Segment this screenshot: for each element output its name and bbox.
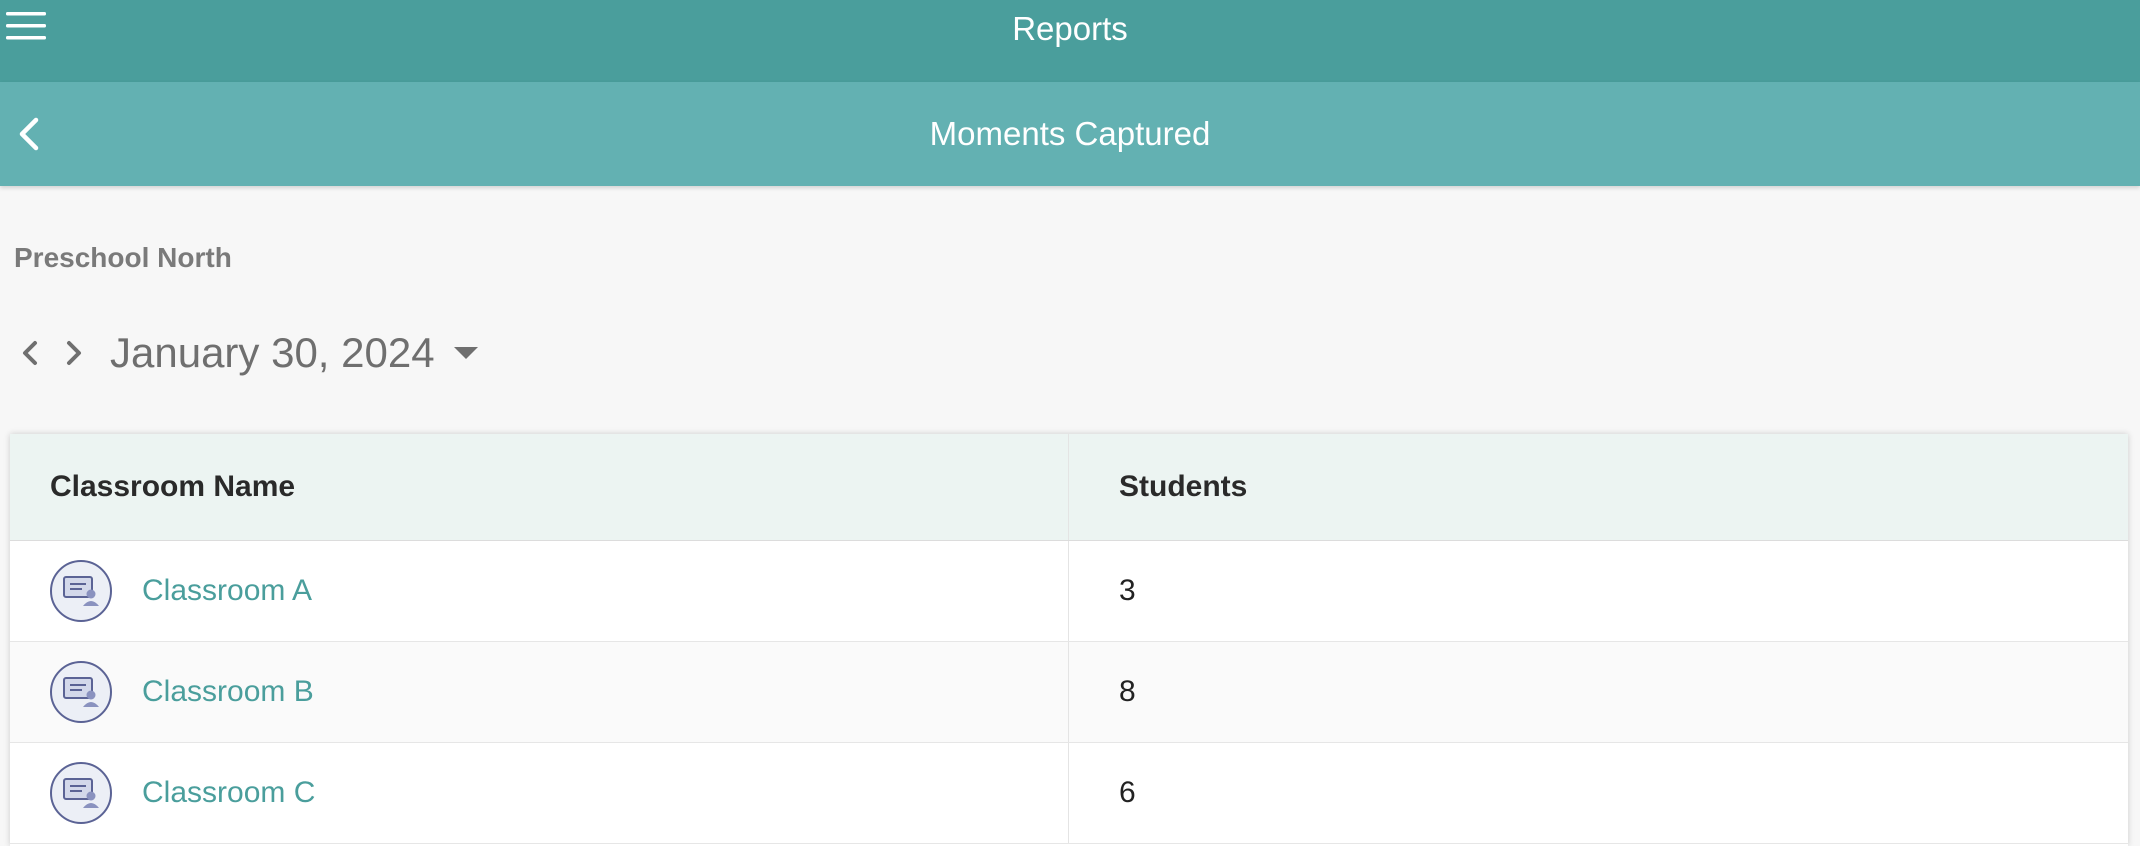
chevron-right-icon — [67, 341, 81, 365]
table-row: Classroom B 8 — [10, 642, 2128, 743]
students-count-cell: 6 — [1119, 776, 1136, 809]
next-date-button[interactable] — [56, 331, 92, 375]
chevron-left-icon — [19, 117, 39, 151]
page-title: Reports — [1012, 10, 1128, 47]
classroom-board-icon — [63, 576, 99, 606]
classroom-link[interactable]: Classroom A — [142, 574, 312, 608]
table-row: Classroom A 3 — [10, 541, 2128, 642]
classroom-table: Classroom Name Students Classroom A 3 Cl… — [10, 434, 2128, 846]
school-name: Preschool North — [14, 242, 232, 273]
table-header-row: Classroom Name Students — [10, 434, 2128, 541]
classroom-name-cell: Classroom C — [10, 743, 1069, 843]
classroom-link[interactable]: Classroom C — [142, 776, 315, 810]
date-dropdown-toggle[interactable] — [453, 345, 479, 361]
top-app-bar: Reports — [0, 0, 2140, 82]
classroom-board-icon — [63, 677, 99, 707]
classroom-link[interactable]: Classroom B — [142, 675, 314, 709]
classroom-avatar — [50, 762, 112, 824]
back-button[interactable] — [10, 114, 50, 154]
students-count-cell: 3 — [1119, 574, 1136, 607]
classroom-avatar — [50, 661, 112, 723]
column-header-classroom-name: Classroom Name — [10, 434, 1069, 540]
selected-date[interactable]: January 30, 2024 — [110, 329, 435, 377]
report-header-bar: Moments Captured — [0, 82, 2140, 186]
previous-date-button[interactable] — [12, 331, 48, 375]
menu-button[interactable] — [6, 10, 46, 42]
classroom-board-icon — [63, 778, 99, 808]
hamburger-menu-icon — [6, 12, 46, 40]
caret-down-icon — [453, 347, 478, 359]
table-row: Classroom C 6 — [10, 743, 2128, 844]
report-title: Moments Captured — [929, 115, 1211, 152]
column-header-students: Students — [1119, 470, 1248, 503]
classroom-name-cell: Classroom B — [10, 642, 1069, 742]
date-navigator: January 30, 2024 — [12, 323, 479, 383]
students-count-cell: 8 — [1119, 675, 1136, 708]
classroom-avatar — [50, 560, 112, 622]
chevron-left-icon — [23, 341, 37, 365]
classroom-name-cell: Classroom A — [10, 541, 1069, 641]
